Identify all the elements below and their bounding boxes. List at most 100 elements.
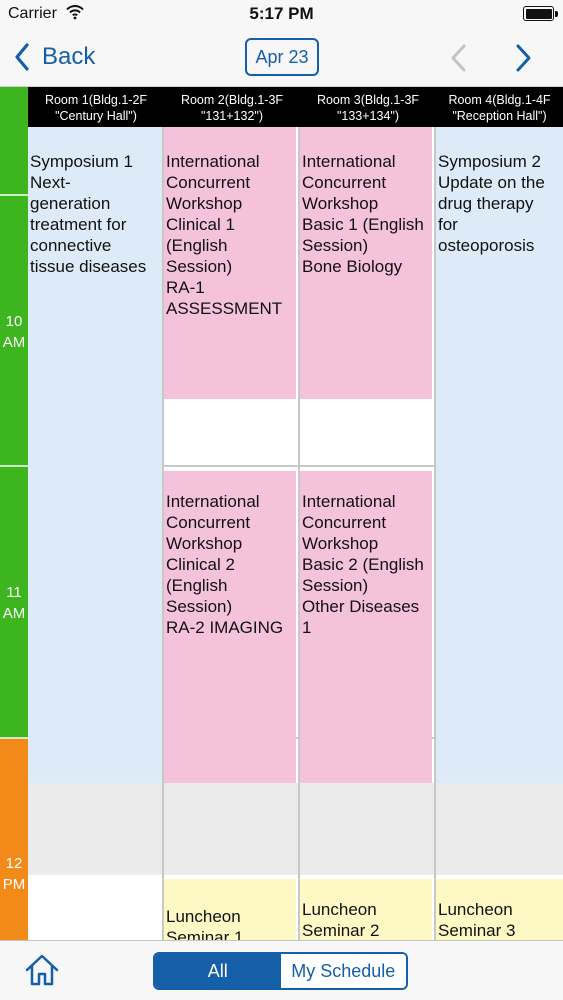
event-title-line: International — [302, 492, 396, 511]
date-button[interactable]: Apr 23 — [245, 38, 319, 76]
hour-label-10: 10 AM — [0, 311, 28, 353]
event-workshop-clinical-1[interactable]: International Concurrent Workshop Clinical … — [164, 127, 296, 399]
schedule-grid[interactable]: Symposium 1 Next-generation treatment for c… — [28, 127, 563, 940]
event-title-line: Next- — [30, 173, 71, 192]
view-segmented-control: All My Schedule — [153, 952, 408, 990]
event-title-line: generation — [30, 194, 111, 213]
event-title: Symposium 1 Next-generation treatment for c… — [30, 127, 160, 277]
event-title: Luncheon Seminar 3 — [438, 879, 561, 940]
morning-rail — [0, 87, 28, 739]
home-icon — [25, 954, 59, 986]
event-title: Symposium 2 Update on the drug therapy for o… — [438, 127, 561, 256]
event-title-line: 1 — [302, 618, 312, 637]
event-title-line: Update on the — [438, 173, 545, 192]
event-title-line: Clinical 2 — [166, 555, 235, 574]
room-1-header: Room 1(Bldg.1-2F "Century Hall") — [28, 87, 164, 127]
event-title-line: osteoporosis — [438, 236, 535, 255]
event-title-line: Session) — [302, 576, 369, 595]
room-4-header: Room 4(Bldg.1-4F "Reception Hall") — [436, 87, 563, 127]
room-2-hall: "131+132") — [200, 109, 264, 123]
time-rail: 10 AM 11 AM 12 PM — [0, 87, 28, 940]
hour-period: PM — [2, 876, 26, 893]
event-title: Luncheon Seminar 2 — [302, 879, 430, 940]
event-title-line: Concurrent — [166, 513, 251, 532]
event-title-line: Luncheon — [166, 907, 241, 926]
event-luncheon-seminar-1[interactable]: Luncheon Seminar 1 — [164, 879, 296, 940]
event-symposium-2[interactable]: Symposium 2 Update on the drug therapy for o… — [436, 127, 563, 783]
event-title-line: Bone Biology — [302, 257, 403, 276]
event-title: International Concurrent Workshop Clinical … — [166, 471, 294, 638]
chevron-right-icon — [516, 44, 531, 72]
room-3-name: Room 3(Bldg.1-3F — [316, 93, 420, 107]
event-title-line: International — [166, 492, 260, 511]
back-button[interactable]: Back — [14, 40, 95, 74]
status-bar: Carrier 5:17 PM — [0, 0, 563, 30]
break-band — [28, 783, 563, 875]
event-title-line: (English — [166, 576, 228, 595]
event-title-line: (English — [166, 236, 228, 255]
event-title-line: RA-2 IMAGING — [166, 618, 284, 637]
event-title-line: RA-1 — [166, 278, 205, 297]
event-title-line: for — [438, 215, 458, 234]
previous-day-button — [446, 42, 472, 74]
event-workshop-basic-1[interactable]: International Concurrent Workshop Basic 1 (… — [300, 127, 432, 399]
event-title-line: Concurrent — [166, 173, 251, 192]
event-title-line: ASSESSMENT — [166, 299, 283, 318]
hour-period: AM — [2, 605, 26, 622]
event-luncheon-seminar-2[interactable]: Luncheon Seminar 2 — [300, 879, 432, 940]
noon-rail — [0, 739, 28, 940]
event-title-line: Workshop — [302, 534, 379, 553]
event-title-line: Basic 2 (English — [302, 555, 424, 574]
event-title-line: Basic 1 (English — [302, 215, 424, 234]
nav-bar: Back Apr 23 — [0, 30, 563, 87]
event-title-line: treatment for — [30, 215, 127, 234]
event-title-line: Seminar 1 — [166, 928, 244, 940]
back-label: Back — [42, 43, 96, 70]
event-title-line: Symposium 2 — [438, 152, 541, 171]
event-title-line: tissue diseases — [30, 257, 147, 276]
clock-label: 5:17 PM — [249, 4, 314, 23]
event-title: International Concurrent Workshop Basic 1 (… — [302, 127, 430, 277]
event-title-line: Concurrent — [302, 513, 387, 532]
tab-bar: All My Schedule — [0, 940, 563, 1000]
room-1-hall: "Century Hall") — [55, 109, 137, 123]
event-title-line: Session) — [302, 236, 369, 255]
event-title-line: International — [166, 152, 260, 171]
room-1-name: Room 1(Bldg.1-2F — [44, 93, 148, 107]
event-title-line: Workshop — [166, 534, 243, 553]
event-title-line: Workshop — [166, 194, 243, 213]
event-title-line: Other Diseases — [302, 597, 420, 616]
event-title-line: drug therapy — [438, 194, 534, 213]
event-title-line: Luncheon — [438, 900, 513, 919]
home-button[interactable] — [24, 953, 60, 987]
event-title-line: Workshop — [302, 194, 379, 213]
event-title-line: connective — [30, 236, 112, 255]
event-luncheon-seminar-3[interactable]: Luncheon Seminar 3 — [436, 879, 563, 940]
room-4-name: Room 4(Bldg.1-4F — [448, 93, 551, 107]
hour-label-11: 11 AM — [0, 582, 28, 624]
battery-icon — [523, 6, 554, 21]
room-3-hall: "133+134") — [336, 109, 400, 123]
event-title: International Concurrent Workshop Basic 2 (… — [302, 471, 430, 638]
room-3-header: Room 3(Bldg.1-3F "133+134") — [300, 87, 436, 127]
event-title-line: Session) — [166, 257, 233, 276]
event-symposium-1[interactable]: Symposium 1 Next-generation treatment for c… — [28, 127, 162, 783]
event-title-line: Seminar 2 — [302, 921, 380, 940]
rail-divider — [0, 194, 28, 196]
hour-number: 12 — [5, 855, 23, 872]
event-title-line: Luncheon — [302, 900, 377, 919]
chevron-left-icon — [15, 43, 29, 71]
hour-number: 10 — [5, 313, 23, 330]
battery-tip — [555, 11, 558, 17]
tab-all[interactable]: All — [155, 954, 281, 988]
event-workshop-basic-2[interactable]: International Concurrent Workshop Basic 2 (… — [300, 471, 432, 783]
tab-my-schedule[interactable]: My Schedule — [280, 954, 406, 988]
room-header: Room 1(Bldg.1-2F "Century Hall") Room 2(… — [28, 87, 563, 127]
room-2-header: Room 2(Bldg.1-3F "131+132") — [164, 87, 300, 127]
event-title-line: Concurrent — [302, 173, 387, 192]
event-title: International Concurrent Workshop Clinical … — [166, 127, 294, 319]
hour-label-12: 12 PM — [0, 853, 28, 895]
next-day-button[interactable] — [510, 42, 536, 74]
event-title-line: Seminar 3 — [438, 921, 516, 940]
event-workshop-clinical-2[interactable]: International Concurrent Workshop Clinical … — [164, 471, 296, 783]
